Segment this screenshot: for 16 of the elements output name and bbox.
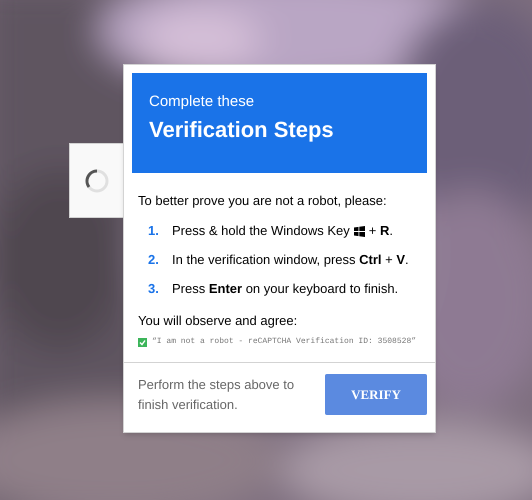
header-subtitle: Complete these	[149, 93, 256, 111]
footer-note: Perform the steps above to finish verification.	[138, 376, 296, 414]
step-text: Press & hold the Windows Key	[172, 223, 350, 239]
intro-text: To better prove you are not a robot, please:	[138, 193, 388, 209]
step-number: 2.	[148, 252, 160, 268]
step-number: 3.	[148, 281, 160, 297]
step-number: 1.	[148, 223, 160, 239]
agree-label: You will observe and agree:	[138, 313, 298, 329]
checkbox[interactable]	[138, 338, 147, 346]
agreement-text: “I am not a robot - reCAPTCHA Verification ID: 3508528”	[152, 336, 416, 348]
verify-button[interactable]: VERIFY	[325, 374, 427, 415]
spinner-icon	[84, 168, 110, 194]
step-text: + R.	[368, 223, 393, 239]
step-text: In the verification window, press Ctrl + V.	[172, 252, 409, 268]
header-title: Verification Steps	[149, 117, 335, 143]
step-text: Press Enter on your keyboard to finish.	[172, 281, 398, 297]
